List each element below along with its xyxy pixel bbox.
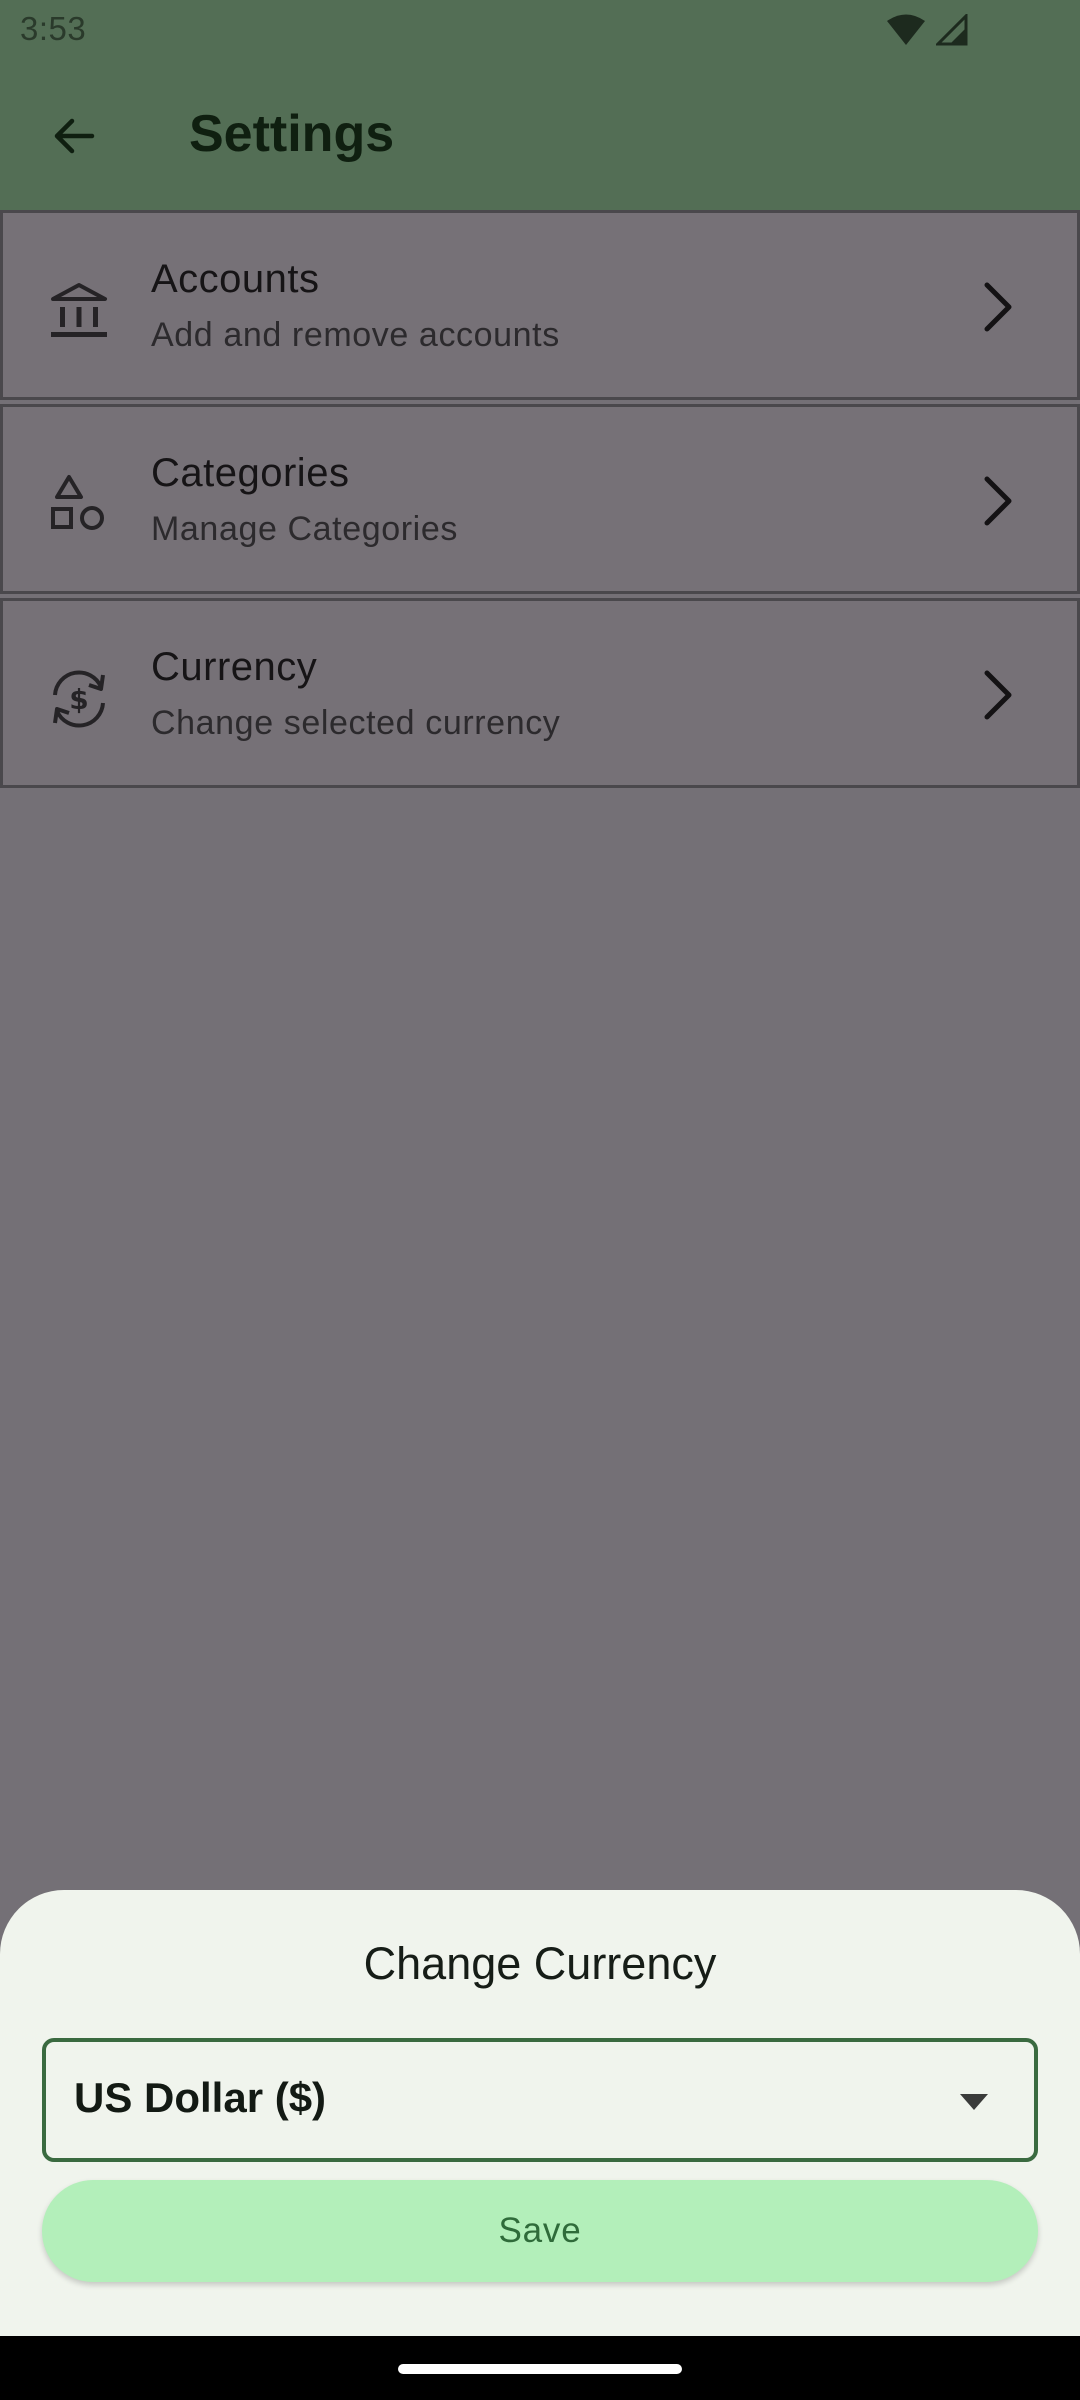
wifi-icon xyxy=(887,14,925,45)
settings-item-currency[interactable]: $ Currency Change selected currency xyxy=(0,598,1080,788)
svg-text:$: $ xyxy=(69,683,88,716)
settings-item-title: Categories xyxy=(151,451,350,495)
status-time: 3:53 xyxy=(20,10,87,47)
settings-item-subtitle: Add and remove accounts xyxy=(151,316,560,354)
page-title: Settings xyxy=(189,105,395,163)
settings-item-accounts[interactable]: Accounts Add and remove accounts xyxy=(0,210,1080,400)
currency-exchange-icon: $ xyxy=(53,670,105,728)
status-bar: 3:53 xyxy=(0,0,1080,64)
back-button[interactable] xyxy=(38,100,110,172)
navigation-bar xyxy=(0,2336,1080,2400)
status-icons xyxy=(886,14,968,46)
change-currency-sheet: Change Currency US Dollar ($) Save xyxy=(0,1890,1080,2336)
shapes-icon xyxy=(51,475,104,530)
settings-item-title: Accounts xyxy=(151,257,320,301)
settings-list: Accounts Add and remove accounts Categor… xyxy=(0,210,1080,792)
settings-item-subtitle: Manage Categories xyxy=(151,510,458,548)
dropdown-arrow-icon xyxy=(960,2094,988,2110)
settings-item-subtitle: Change selected currency xyxy=(151,704,561,742)
save-button[interactable]: Save xyxy=(42,2180,1038,2282)
bank-icon xyxy=(51,283,107,337)
sheet-title: Change Currency xyxy=(363,1938,717,1989)
chevron-right-icon xyxy=(984,670,1012,720)
settings-item-categories[interactable]: Categories Manage Categories xyxy=(0,404,1080,594)
currency-dropdown[interactable]: US Dollar ($) xyxy=(42,2038,1038,2162)
app-bar: Settings xyxy=(0,64,1080,210)
chevron-right-icon xyxy=(984,476,1012,526)
selected-currency: US Dollar ($) xyxy=(74,2074,327,2121)
settings-item-title: Currency xyxy=(151,645,318,689)
chevron-right-icon xyxy=(984,282,1012,332)
arrow-back-icon xyxy=(54,118,95,154)
cellular-signal-icon xyxy=(936,14,968,46)
home-indicator[interactable] xyxy=(398,2364,682,2374)
